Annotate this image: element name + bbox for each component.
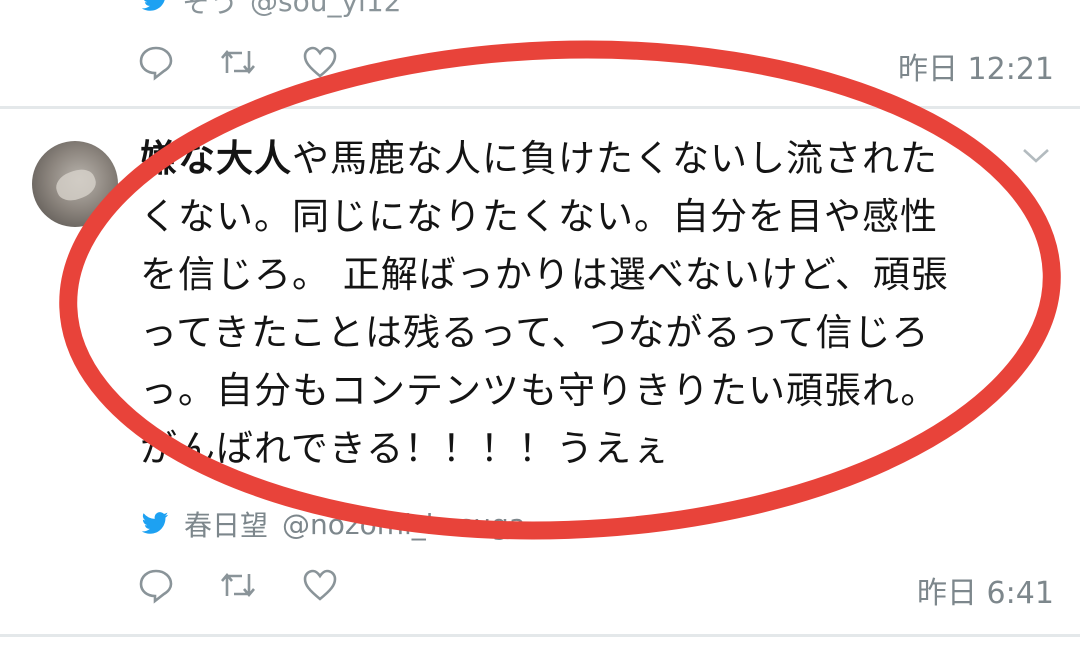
- previous-tweet-author-row: そう @sou_yi12: [140, 0, 401, 19]
- retweet-button[interactable]: [218, 565, 258, 605]
- retweet-icon: [221, 49, 255, 75]
- tweet-timestamp[interactable]: 昨日 6:41: [917, 568, 1054, 612]
- reply-icon: [139, 46, 173, 81]
- tweet-text-rest: や馬鹿な人に負けたくないし流された くない。同じになりたくない。自分を目や感性 …: [140, 137, 949, 470]
- twitter-bird-icon: [141, 512, 169, 534]
- tweet-text: 嫌な大人や馬鹿な人に負けたくないし流された くない。同じになりたくない。自分を目…: [140, 130, 1020, 478]
- previous-tweet-actions: [136, 42, 382, 82]
- avatar[interactable]: [32, 141, 118, 227]
- tweet-author-handle[interactable]: @nozomi_kasuga: [282, 508, 526, 541]
- previous-tweet-timestamp[interactable]: 昨日 12:21: [898, 44, 1054, 88]
- tweet-text-bold-lead: 嫌な大人: [140, 137, 292, 180]
- heart-icon: [303, 569, 337, 601]
- twitter-bird-icon: [141, 0, 165, 11]
- heart-icon: [303, 46, 337, 78]
- reply-button[interactable]: [136, 42, 176, 82]
- tweet-divider: [0, 106, 1080, 109]
- retweet-icon: [221, 572, 255, 598]
- reply-icon: [139, 569, 173, 604]
- tweet-divider: [0, 634, 1080, 637]
- previous-tweet-name[interactable]: そう: [182, 0, 238, 21]
- tweet-author-row: 春日望 @nozomi_kasuga: [140, 504, 526, 544]
- retweet-button[interactable]: [218, 42, 258, 82]
- like-button[interactable]: [300, 42, 340, 82]
- previous-tweet: そう @sou_yi12 昨日 12:21: [0, 0, 1080, 108]
- chevron-down-icon[interactable]: [1020, 146, 1052, 166]
- reply-button[interactable]: [136, 565, 176, 605]
- previous-tweet-handle[interactable]: @sou_yi12: [250, 0, 401, 18]
- tweet-author-name[interactable]: 春日望: [184, 504, 268, 544]
- tweet-actions: [136, 565, 382, 605]
- like-button[interactable]: [300, 565, 340, 605]
